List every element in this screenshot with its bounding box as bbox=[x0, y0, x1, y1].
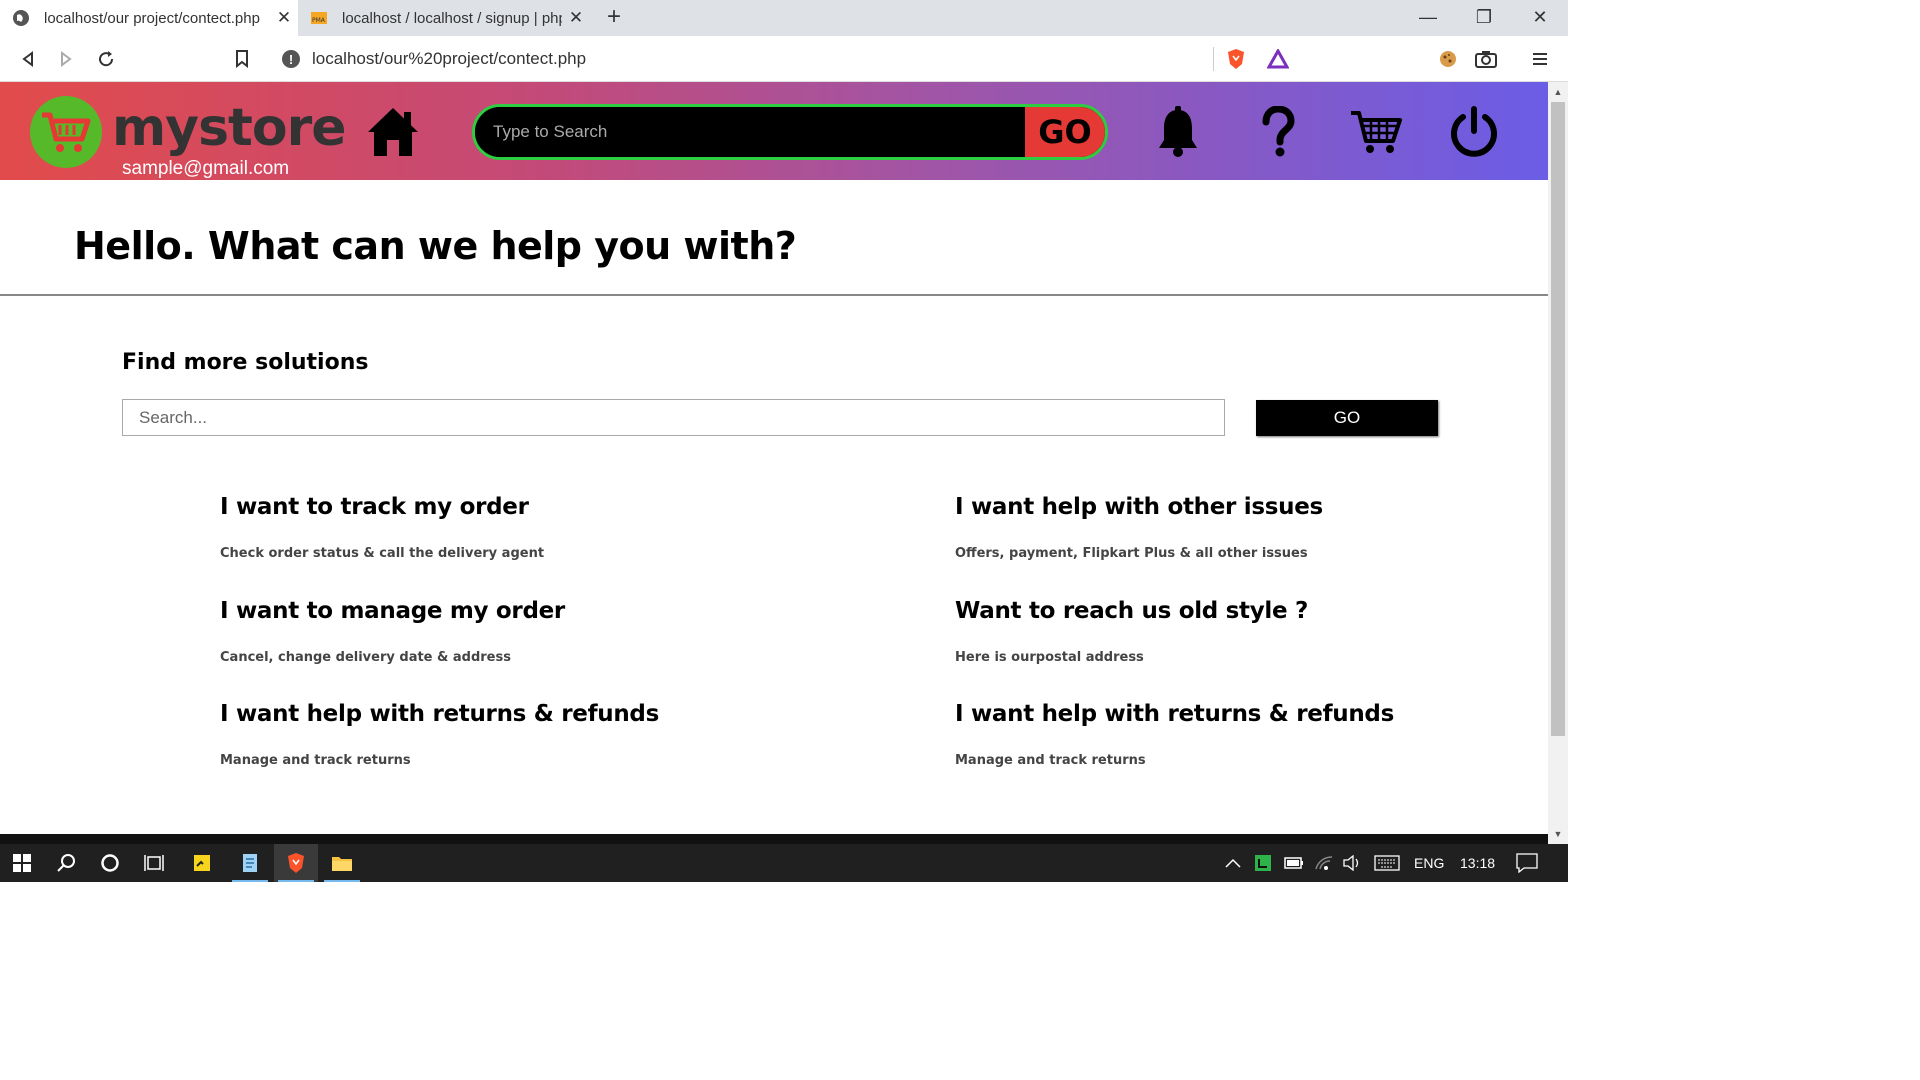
close-tab-icon[interactable]: ✕ bbox=[270, 8, 298, 28]
option-other-issues[interactable]: I want help with other issues Offers, pa… bbox=[955, 494, 1323, 561]
option-title[interactable]: I want help with returns & refunds bbox=[955, 701, 1394, 727]
url-text: localhost/our%20project/contect.php bbox=[312, 49, 587, 68]
forward-icon[interactable] bbox=[52, 45, 80, 73]
site-info-icon[interactable]: ! bbox=[282, 50, 300, 68]
address-bar[interactable]: ! localhost/our%20project/contect.php bbox=[270, 42, 1300, 76]
option-title[interactable]: I want help with other issues bbox=[955, 494, 1323, 520]
windows-start-icon[interactable] bbox=[0, 844, 44, 882]
solutions-search-go-button[interactable]: GO bbox=[1256, 400, 1438, 436]
tab-label: localhost/our project/contect.php bbox=[44, 9, 260, 27]
bell-icon[interactable] bbox=[1150, 104, 1206, 160]
notification-icon[interactable] bbox=[1516, 844, 1538, 882]
close-window-button[interactable]: ✕ bbox=[1520, 4, 1560, 32]
logo-cart-icon[interactable] bbox=[30, 96, 102, 168]
user-email: sample@gmail.com bbox=[122, 158, 290, 179]
tray-app-icon[interactable] bbox=[1254, 844, 1272, 882]
scroll-down-icon[interactable]: ▼ bbox=[1548, 826, 1568, 842]
brave-shield-icon[interactable] bbox=[1224, 47, 1248, 71]
language-indicator[interactable]: ENG bbox=[1414, 844, 1444, 882]
restore-button[interactable]: ❐ bbox=[1464, 4, 1504, 32]
home-icon[interactable] bbox=[364, 104, 422, 160]
globe-icon bbox=[12, 9, 30, 27]
sticky-notes-icon[interactable] bbox=[180, 844, 224, 882]
taskbar: ENG 13:18 bbox=[0, 844, 1568, 882]
bookmark-icon[interactable] bbox=[228, 45, 256, 73]
close-tab-icon[interactable]: ✕ bbox=[562, 8, 590, 28]
new-tab-button[interactable]: + bbox=[600, 4, 628, 32]
option-description: Manage and track returns bbox=[220, 753, 411, 768]
section-title: Find more solutions bbox=[122, 350, 369, 375]
tab-label: localhost / localhost / signup | php bbox=[342, 9, 562, 27]
header-search-go-button[interactable]: GO bbox=[1025, 107, 1105, 157]
page-title: Hello. What can we help you with? bbox=[74, 224, 797, 268]
wifi-icon[interactable] bbox=[1314, 844, 1334, 882]
browser-tabbar: localhost/our project/contect.php ✕ PMA … bbox=[0, 0, 1568, 36]
reload-icon[interactable] bbox=[92, 45, 120, 73]
option-title[interactable]: I want to track my order bbox=[220, 494, 544, 520]
brand-name[interactable]: mystore bbox=[112, 98, 347, 158]
option-title[interactable]: I want to manage my order bbox=[220, 598, 565, 624]
brave-browser-icon[interactable] bbox=[274, 844, 318, 882]
minimize-button[interactable]: — bbox=[1408, 4, 1448, 32]
cart-icon[interactable] bbox=[1348, 104, 1404, 160]
help-icon[interactable] bbox=[1250, 104, 1306, 160]
search-icon[interactable] bbox=[44, 844, 88, 882]
option-returns-refunds-2[interactable]: I want help with returns & refunds Manag… bbox=[955, 701, 1394, 768]
svg-text:PMA: PMA bbox=[312, 17, 326, 24]
power-icon[interactable] bbox=[1446, 104, 1502, 160]
keyboard-icon[interactable] bbox=[1374, 844, 1400, 882]
option-description: Offers, payment, Flipkart Plus & all oth… bbox=[955, 546, 1308, 561]
camera-icon[interactable] bbox=[1474, 47, 1498, 71]
phpmyadmin-icon: PMA bbox=[310, 9, 328, 27]
option-manage-order[interactable]: I want to manage my order Cancel, change… bbox=[220, 598, 565, 665]
option-description: Cancel, change delivery date & address bbox=[220, 650, 511, 665]
cookie-icon[interactable] bbox=[1436, 47, 1460, 71]
cortana-icon[interactable] bbox=[88, 844, 132, 882]
solutions-search-input[interactable] bbox=[122, 399, 1225, 436]
scroll-up-icon[interactable]: ▲ bbox=[1548, 84, 1568, 100]
site-header: mystore sample@gmail.com GO bbox=[0, 82, 1548, 180]
tab-phpmyadmin[interactable]: PMA localhost / localhost / signup | php… bbox=[300, 0, 590, 36]
option-description: Check order status & call the delivery a… bbox=[220, 546, 545, 561]
option-description: Here is ourpostal address bbox=[955, 650, 1144, 665]
option-track-order[interactable]: I want to track my order Check order sta… bbox=[220, 494, 544, 561]
task-view-icon[interactable] bbox=[132, 844, 176, 882]
option-old-style[interactable]: Want to reach us old style ? Here is our… bbox=[955, 598, 1308, 665]
brave-rewards-icon[interactable] bbox=[1266, 47, 1290, 71]
option-returns-refunds[interactable]: I want help with returns & refunds Manag… bbox=[220, 701, 659, 768]
menu-icon[interactable] bbox=[1528, 47, 1552, 71]
clock[interactable]: 13:18 bbox=[1460, 844, 1495, 882]
battery-icon[interactable] bbox=[1284, 844, 1304, 882]
option-title[interactable]: I want help with returns & refunds bbox=[220, 701, 659, 727]
back-icon[interactable] bbox=[14, 45, 42, 73]
notepad-icon[interactable] bbox=[228, 844, 272, 882]
tab-contect[interactable]: localhost/our project/contect.php ✕ bbox=[0, 0, 298, 36]
page-scrollbar[interactable]: ▲ ▼ bbox=[1548, 82, 1568, 844]
divider bbox=[0, 294, 1548, 296]
page-footer-edge bbox=[0, 834, 1548, 844]
divider bbox=[1213, 47, 1214, 71]
volume-icon[interactable] bbox=[1342, 844, 1362, 882]
header-search: GO bbox=[472, 104, 1108, 160]
option-description: Manage and track returns bbox=[955, 753, 1146, 768]
scroll-thumb[interactable] bbox=[1551, 102, 1565, 736]
option-title[interactable]: Want to reach us old style ? bbox=[955, 598, 1308, 624]
browser-toolbar: ! localhost/our%20project/contect.php bbox=[0, 36, 1568, 82]
show-hidden-icons-icon[interactable] bbox=[1224, 844, 1242, 882]
file-explorer-icon[interactable] bbox=[320, 844, 364, 882]
header-search-input[interactable] bbox=[475, 107, 1025, 157]
